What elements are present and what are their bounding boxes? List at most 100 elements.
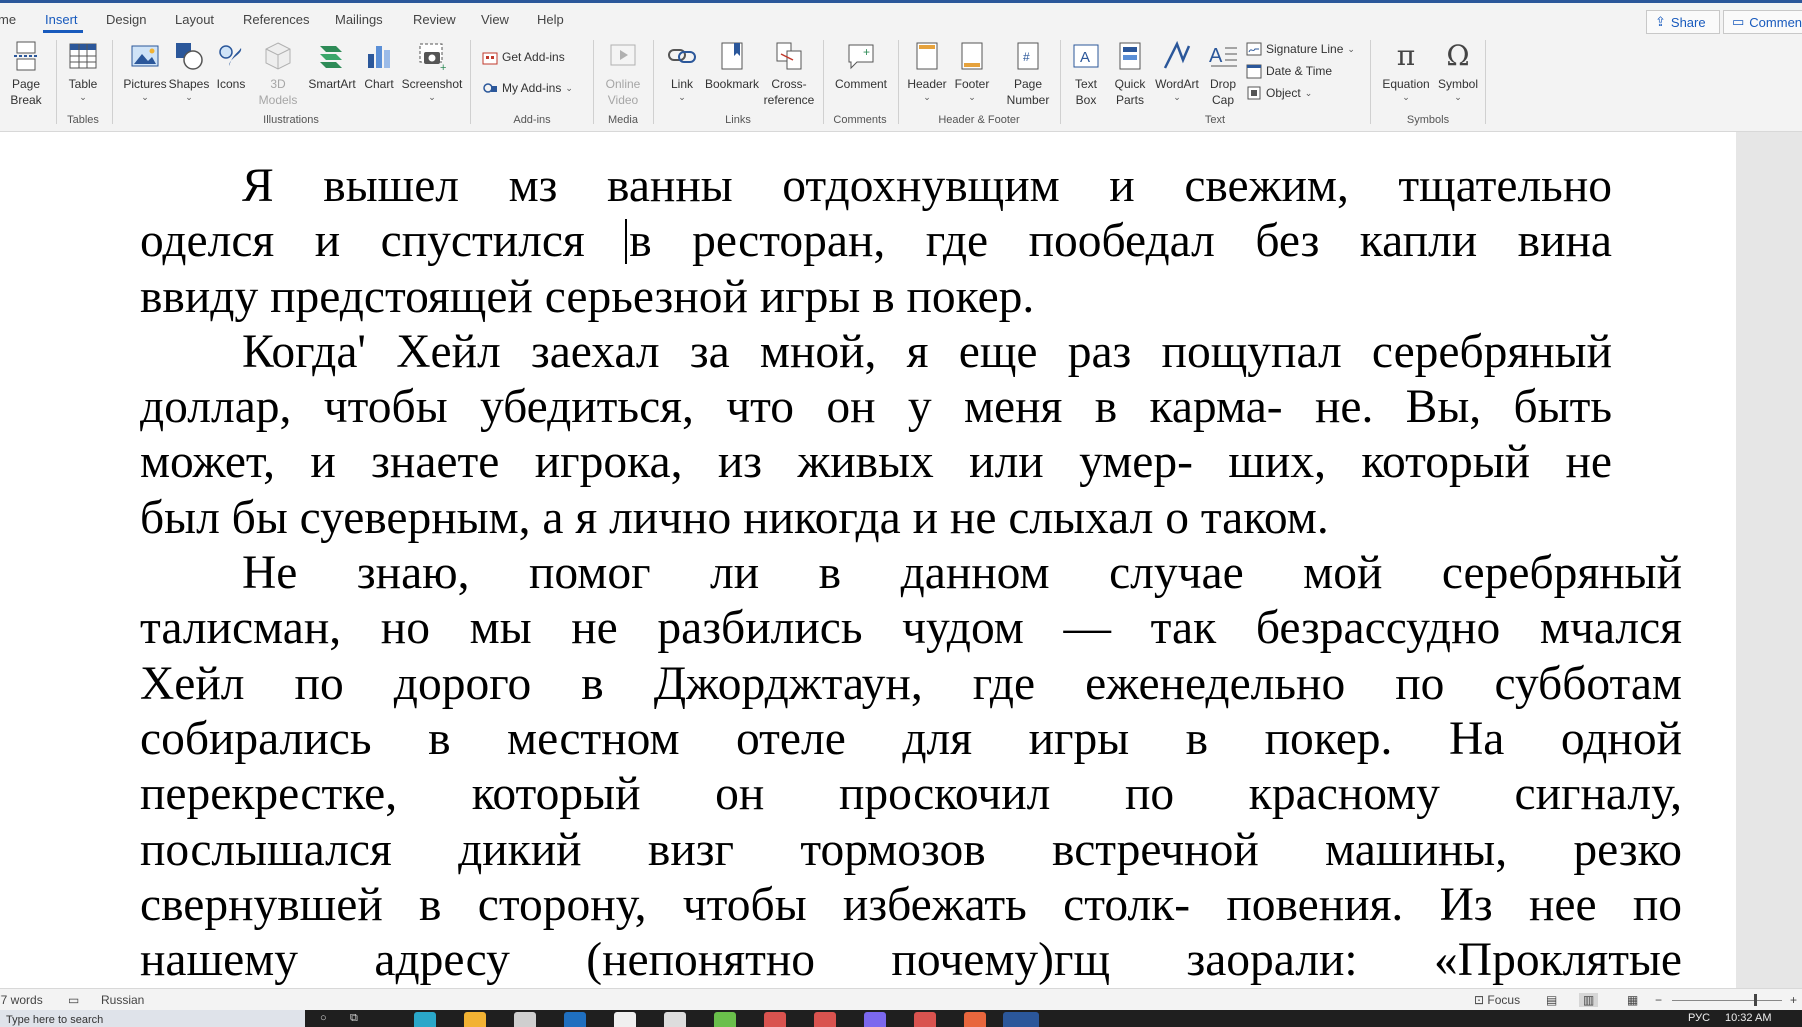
browser-icon[interactable] [414,1012,436,1027]
link-button[interactable]: Link ⌄ [662,40,702,102]
app-icon[interactable] [814,1012,836,1027]
group-divider [593,40,594,124]
read-mode-icon[interactable]: ▤ [1546,993,1557,1007]
tab-insert[interactable]: Insert [45,12,78,27]
page-number-label-2: Number [1006,93,1050,107]
online-video-button[interactable]: Online Video [600,40,646,108]
date-time-button[interactable]: Date & Time [1246,60,1332,82]
paragraph-line: собирались в местном отеле для игры в по… [140,712,1682,765]
dropbox-icon[interactable] [664,1012,686,1027]
input-language[interactable]: РУС [1688,1012,1710,1024]
table-button[interactable]: Table ⌄ [65,40,101,102]
symbol-button[interactable]: Ω Symbol ⌄ [1434,40,1482,103]
zoom-in-icon[interactable]: + [1790,993,1797,1007]
shapes-button[interactable]: Shapes ⌄ [168,40,210,102]
icons-button[interactable]: Icons [212,40,250,92]
new-comment-icon: + [848,44,874,70]
page-break-button[interactable]: Page Break [6,40,46,108]
icons-icon [219,45,242,66]
app-icon[interactable] [614,1012,636,1027]
app-icon[interactable] [914,1012,936,1027]
focus-icon: ⊡ [1474,993,1488,1007]
paragraph-line: Не знаю, помог ли в данном случае мой се… [242,547,1682,600]
pictures-button[interactable]: Pictures ⌄ [120,40,170,102]
share-label: Share [1670,14,1706,30]
share-icon: ⇪ [1655,14,1666,29]
word-count[interactable]: 77 words [0,993,43,1007]
tab-review[interactable]: Review [413,12,456,27]
group-divider [56,40,57,124]
line-suffix: в ресторан, где пообедал без капли вина [629,215,1612,268]
app-icon[interactable] [714,1012,736,1027]
task-view-icon[interactable]: ⧉ [350,1012,358,1025]
language-indicator[interactable]: Russian [101,993,144,1007]
signature-line-button[interactable]: Signature Line ⌄ [1246,38,1355,60]
video-icon [610,44,636,66]
zoom-slider[interactable] [1672,1000,1782,1001]
my-addins-button[interactable]: My Add-ins ⌄ [482,77,573,99]
viber-icon[interactable] [864,1012,886,1027]
folder-icon[interactable] [464,1012,486,1027]
chevron-down-icon: ⌄ [1347,44,1355,54]
table-label: Table [68,77,98,91]
header-label: Header [907,77,947,91]
page-break-icon [14,41,38,71]
search-icon[interactable]: ○ [320,1012,327,1024]
footer-button[interactable]: Footer ⌄ [950,40,994,102]
text-cursor [625,219,628,265]
comment-button[interactable]: + Comment [830,40,892,92]
chart-button[interactable]: Chart [360,40,398,92]
cross-reference-button[interactable]: Cross- reference [764,40,814,108]
group-label-text: Text [1204,114,1226,126]
web-layout-icon[interactable]: ▦ [1627,993,1638,1007]
print-layout-icon[interactable]: ▥ [1579,993,1599,1007]
3d-models-button[interactable]: 3D Models [258,40,298,108]
mail-icon[interactable] [564,1012,586,1027]
quick-parts-label-1: Quick [1114,77,1146,91]
drop-cap-icon: A [1209,45,1237,67]
quick-parts-button[interactable]: Quick Parts [1108,40,1152,108]
share-button[interactable]: ⇪ Share [1646,10,1720,34]
smartart-button[interactable]: SmartArt [306,40,358,92]
tab-layout[interactable]: Layout [175,12,214,27]
zoom-slider-thumb[interactable] [1754,994,1757,1006]
tab-help[interactable]: Help [537,12,564,27]
shapes-label: Shapes [168,77,210,91]
word-taskbar-icon[interactable] [1003,1012,1039,1027]
text-box-button[interactable]: A Text Box [1066,40,1106,108]
tab-home[interactable]: me [0,12,16,27]
screenshot-button[interactable]: + Screenshot ⌄ [400,40,464,102]
proofing-book-icon[interactable]: ▭ [68,993,79,1007]
tab-references[interactable]: References [243,12,309,27]
equation-button[interactable]: π Equation ⌄ [1378,40,1434,103]
object-button[interactable]: Object ⌄ [1246,82,1312,104]
active-tab-underline [43,30,83,33]
taskbar-search-box[interactable]: Type here to search [0,1010,305,1027]
quick-parts-label-2: Parts [1115,93,1144,107]
tab-view[interactable]: View [481,12,509,27]
comments-button[interactable]: ▭ Comment [1723,10,1802,34]
svg-text:#: # [1023,50,1030,64]
clock[interactable]: 10:32 AM [1725,1012,1771,1024]
document-body[interactable]: Я вышел мз ванны отдохнувщим и свежим, т… [140,159,1682,988]
get-addins-button[interactable]: Get Add-ins [482,46,565,68]
app-icon[interactable] [964,1012,986,1027]
zoom-out-icon[interactable]: − [1655,993,1662,1007]
wordart-button[interactable]: WordArt ⌄ [1154,40,1200,102]
right-margin-area [1736,132,1802,988]
store-app-icon[interactable] [514,1012,536,1027]
page-number-button[interactable]: # Page Number [1000,40,1056,108]
tab-mailings[interactable]: Mailings [335,12,383,27]
app-icon[interactable] [764,1012,786,1027]
focus-button[interactable]: ⊡ Focus [1474,993,1520,1007]
group-divider [1370,40,1371,124]
header-button[interactable]: Header ⌄ [905,40,949,102]
document-canvas[interactable]: Я вышел мз ванны отдохнувщим и свежим, т… [0,132,1736,988]
svg-text:+: + [863,45,870,59]
bookmark-button[interactable]: Bookmark [702,40,762,92]
drop-cap-button[interactable]: A Drop Cap [1200,40,1246,108]
symbol-label: Symbol [1437,77,1478,91]
shapes-icon [176,43,203,70]
group-label-symbols: Symbols [1406,114,1450,126]
tab-design[interactable]: Design [106,12,146,27]
